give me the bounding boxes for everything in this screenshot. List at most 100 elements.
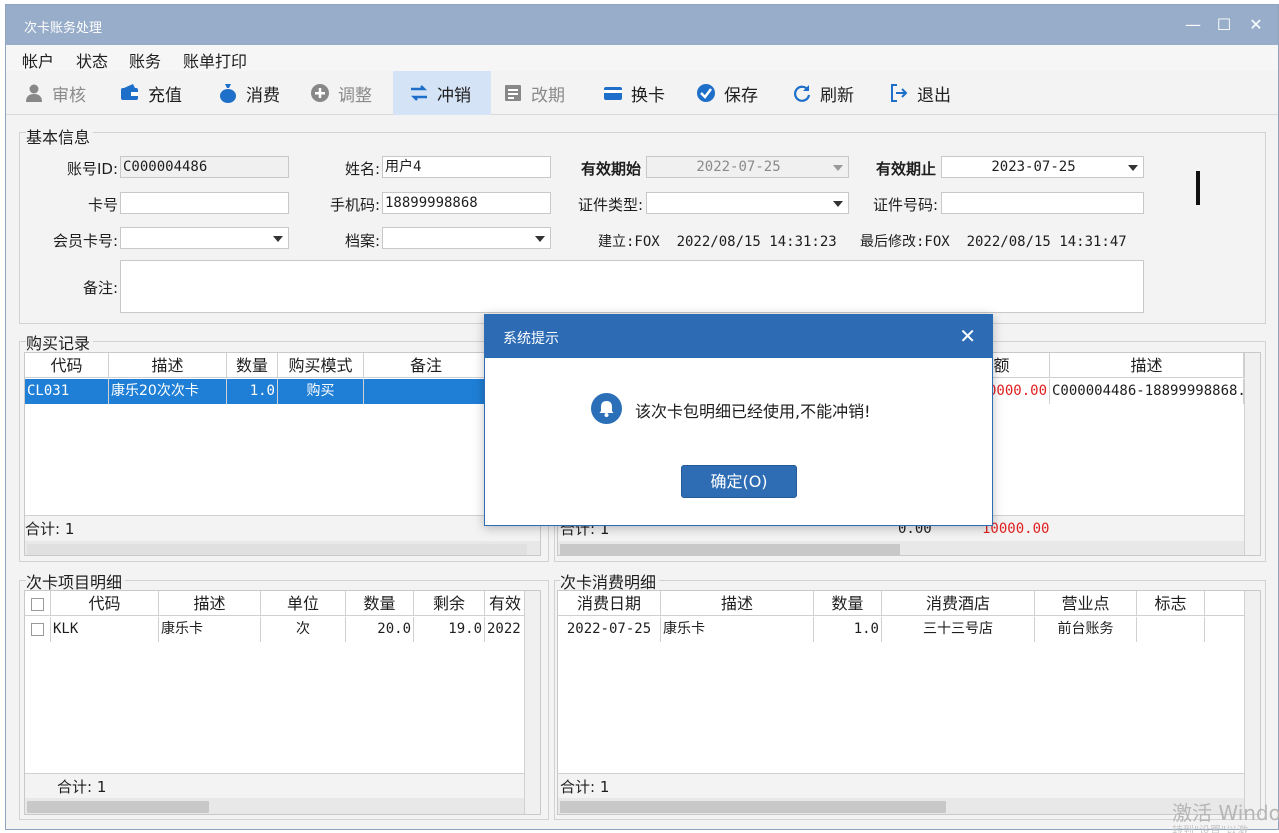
dialog-title: 系统提示 [503, 331, 559, 347]
save-label: 保存 [724, 85, 758, 106]
chevron-down-icon [833, 165, 843, 171]
save-button[interactable]: 保存 [696, 71, 758, 115]
ledger-hscroll[interactable] [558, 541, 1244, 555]
cell-code: CL031 [25, 379, 109, 404]
table-row[interactable]: CL031 康乐20次次卡 1.0 购买 [25, 379, 540, 404]
col-remain[interactable]: 剩余 [414, 591, 485, 616]
col-desc[interactable]: 描述 [159, 591, 261, 616]
valid-start-value: 2022-07-25 [696, 159, 781, 175]
items-footer: 合计: 1 [25, 773, 525, 799]
ledger-vscroll[interactable] [1244, 353, 1260, 555]
card-no-field[interactable] [120, 192, 289, 214]
cell-code: KLK [51, 617, 159, 642]
chevron-down-icon [1128, 165, 1138, 171]
valid-start-field[interactable]: 2022-07-25 [646, 156, 849, 178]
scroll-thumb[interactable] [27, 544, 527, 555]
exit-label: 退出 [917, 85, 951, 106]
activation-watermark-sub: 转到"设置"以激 [1172, 824, 1249, 833]
reverse-button[interactable]: 冲销 [393, 71, 491, 115]
menu-accounting[interactable]: 账务 [129, 48, 161, 72]
refresh-button[interactable]: 刷新 [792, 71, 854, 115]
col-qty[interactable]: 数量 [346, 591, 414, 616]
id-type-select[interactable] [646, 192, 849, 214]
cell-select[interactable] [25, 617, 51, 642]
table-row[interactable]: 2022-07-25 康乐卡 1.0 三十三号店 前台账务 [558, 617, 1244, 642]
cell-remain: 19.0 [414, 617, 485, 642]
menu-bill-print[interactable]: 账单打印 [183, 48, 247, 72]
purchase-footer: 合计: 1 [25, 515, 540, 541]
col-code[interactable]: 代码 [25, 353, 109, 378]
checkbox[interactable] [31, 598, 44, 611]
wallet-icon [120, 83, 140, 103]
col-code[interactable]: 代码 [51, 591, 159, 616]
toolbar: 审核 充值 消费 调整 冲销 改期 换卡 保存 刷新 退出 [6, 71, 1278, 115]
checkbox[interactable] [31, 622, 44, 636]
adjust-button[interactable]: 调整 [310, 71, 372, 115]
reschedule-button[interactable]: 改期 [503, 71, 565, 115]
remark-label: 备注: [82, 279, 118, 297]
account-id-field[interactable]: C000004486 [120, 156, 289, 178]
remark-field[interactable] [120, 260, 1144, 313]
col-valid[interactable]: 有效 [485, 591, 525, 616]
cell-outlet: 前台账务 [1035, 617, 1137, 642]
purchase-hscroll[interactable] [25, 541, 540, 555]
col-select-all[interactable] [25, 591, 51, 616]
consume-hscroll[interactable] [558, 798, 1244, 814]
scroll-thumb[interactable] [560, 544, 900, 555]
refresh-label: 刷新 [820, 85, 854, 106]
exit-icon [889, 83, 909, 103]
col-remark[interactable]: 备注 [364, 353, 489, 378]
col-ledger-desc[interactable]: 描述 [1050, 353, 1244, 378]
cell-date: 2022-07-25 [558, 617, 661, 642]
consume-button[interactable]: 消费 [218, 71, 280, 115]
calendar-icon [503, 83, 523, 103]
recharge-label: 充值 [148, 85, 182, 106]
dialog-close-button[interactable]: ✕ [959, 324, 976, 348]
credit-card-icon [603, 83, 623, 103]
change-card-button[interactable]: 换卡 [603, 71, 665, 115]
col-desc[interactable]: 描述 [109, 353, 227, 378]
maximize-button[interactable]: ☐ [1214, 13, 1234, 37]
scroll-thumb[interactable] [27, 801, 209, 813]
col-qty[interactable]: 数量 [814, 591, 882, 616]
archive-select[interactable] [382, 227, 551, 249]
minimize-button[interactable]: — [1183, 13, 1203, 37]
col-outlet[interactable]: 营业点 [1035, 591, 1137, 616]
col-qty[interactable]: 数量 [227, 353, 278, 378]
money-bag-icon [218, 83, 238, 103]
col-flag[interactable]: 标志 [1137, 591, 1205, 616]
close-button[interactable]: ✕ [1246, 13, 1266, 37]
name-label: 姓名: [344, 160, 380, 178]
col-desc[interactable]: 描述 [661, 591, 814, 616]
col-mode[interactable]: 购买模式 [278, 353, 364, 378]
col-unit[interactable]: 单位 [261, 591, 346, 616]
items-vscroll[interactable] [524, 591, 540, 814]
audit-button[interactable]: 审核 [24, 71, 86, 115]
purchase-header: 代码 描述 数量 购买模式 备注 [25, 353, 540, 378]
col-hotel[interactable]: 消费酒店 [882, 591, 1035, 616]
recharge-button[interactable]: 充值 [120, 71, 182, 115]
name-field[interactable]: 用户4 [382, 156, 551, 178]
purchase-grid: 代码 描述 数量 购买模式 备注 CL031 康乐20次次卡 1.0 购买 合计… [24, 352, 541, 556]
cell-desc: 康乐卡 [159, 617, 261, 642]
phone-field[interactable]: 18899998868 [382, 192, 551, 214]
menu-account[interactable]: 帐户 [22, 48, 54, 72]
cell-valid: 2022 [487, 621, 521, 637]
id-no-field[interactable] [941, 192, 1144, 214]
table-row[interactable]: KLK 康乐卡 次 20.0 19.0 2022 [25, 617, 525, 642]
menu-status[interactable]: 状态 [76, 48, 108, 72]
plus-circle-icon [310, 83, 330, 103]
consume-vscroll[interactable] [1244, 591, 1260, 814]
window-title: 次卡账务处理 [24, 21, 103, 36]
member-card-select[interactable] [120, 227, 289, 249]
exit-button[interactable]: 退出 [889, 71, 951, 115]
chevron-down-icon [273, 236, 283, 242]
valid-end-field[interactable]: 2023-07-25 [941, 156, 1144, 178]
ok-button[interactable]: 确定(O) [681, 465, 797, 498]
text-cursor-mark [1196, 171, 1200, 205]
scroll-thumb[interactable] [560, 801, 946, 813]
items-hscroll[interactable] [25, 798, 525, 814]
swap-arrows-icon [409, 83, 429, 103]
col-date[interactable]: 消费日期 [558, 591, 661, 616]
refresh-icon [792, 83, 812, 103]
